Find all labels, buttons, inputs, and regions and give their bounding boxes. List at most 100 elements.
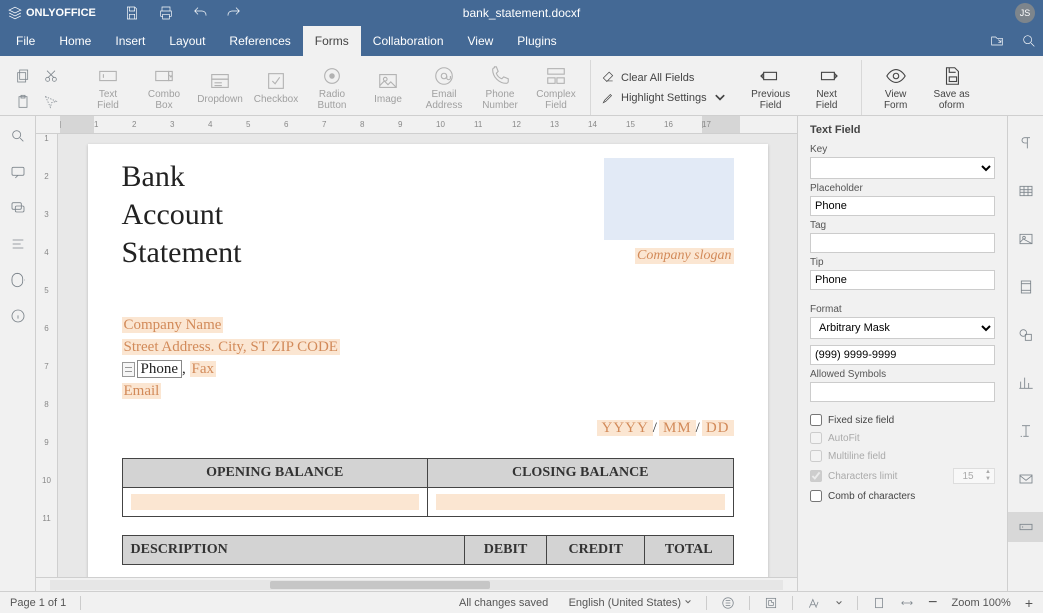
menu-insert[interactable]: Insert: [103, 26, 157, 56]
date-year-field[interactable]: YYYY: [597, 420, 652, 436]
image-button[interactable]: Image: [360, 68, 416, 107]
format-label: Format: [810, 304, 995, 315]
menu-references[interactable]: References: [217, 26, 302, 56]
open-location-icon[interactable]: [989, 33, 1005, 49]
form-settings-icon[interactable]: [1008, 512, 1043, 542]
comb-checkbox[interactable]: Comb of characters: [810, 490, 995, 502]
dropdown-button[interactable]: Dropdown: [192, 68, 248, 107]
horizontal-ruler[interactable]: 1 2 3 4 5 6 7 8 9 10 11 12 13 14 15 16 1…: [36, 116, 797, 134]
form-settings-panel: Text Field Key Placeholder Tag Tip Forma…: [797, 116, 1007, 591]
header-footer-icon[interactable]: [1008, 272, 1043, 302]
address-field[interactable]: Street Address. City, ST ZIP CODE: [122, 339, 340, 355]
placeholder-input[interactable]: [810, 196, 995, 216]
redo-icon[interactable]: [226, 5, 242, 21]
radio-button-button[interactable]: Radio Button: [304, 63, 360, 113]
format-select[interactable]: Arbitrary Mask: [810, 317, 995, 339]
menu-view[interactable]: View: [456, 26, 506, 56]
menubar: File Home Insert Layout References Forms…: [0, 26, 1043, 56]
menu-home[interactable]: Home: [47, 26, 103, 56]
doclang-icon[interactable]: [807, 596, 821, 610]
copy-button[interactable]: [10, 64, 36, 88]
date-day-field[interactable]: DD: [702, 420, 734, 436]
paste-button[interactable]: [10, 90, 36, 114]
menu-layout[interactable]: Layout: [157, 26, 217, 56]
save-as-oform-button[interactable]: Save as oform: [924, 63, 980, 113]
opening-balance-field[interactable]: [131, 494, 420, 510]
text-field-button[interactable]: Text Field: [80, 63, 136, 113]
mail-merge-icon[interactable]: [1008, 464, 1043, 494]
about-icon[interactable]: [10, 308, 26, 324]
zoom-in-button[interactable]: +: [1025, 595, 1033, 611]
save-status: All changes saved: [459, 597, 548, 609]
highlight-settings-button[interactable]: Highlight Settings: [601, 91, 727, 105]
tip-input[interactable]: [810, 270, 995, 290]
menu-forms[interactable]: Forms: [303, 26, 361, 56]
select-button[interactable]: [38, 90, 64, 114]
fit-page-icon[interactable]: [872, 596, 886, 610]
credit-header: CREDIT: [547, 536, 645, 565]
fixed-size-checkbox[interactable]: Fixed size field: [810, 414, 995, 426]
email-address-button[interactable]: Email Address: [416, 63, 472, 113]
page-indicator[interactable]: Page 1 of 1: [10, 597, 66, 609]
zoom-level[interactable]: Zoom 100%: [952, 597, 1011, 609]
app-name: ONLYOFFICE: [26, 7, 96, 19]
next-field-button[interactable]: Next Field: [799, 63, 855, 113]
user-avatar[interactable]: JS: [1015, 3, 1035, 23]
horizontal-scrollbar[interactable]: [36, 577, 797, 591]
spellcheck-icon[interactable]: [721, 596, 735, 610]
checkbox-button[interactable]: Checkbox: [248, 68, 304, 107]
zoom-out-button[interactable]: −: [928, 598, 937, 608]
logo-placeholder[interactable]: [604, 158, 734, 240]
date-fields: YYYY/MM/DD: [597, 420, 733, 437]
chart-settings-icon[interactable]: [1008, 368, 1043, 398]
combo-box-button[interactable]: Combo Box: [136, 63, 192, 113]
closing-balance-field[interactable]: [436, 494, 725, 510]
company-name-field[interactable]: Company Name: [122, 317, 224, 333]
language-selector[interactable]: English (United States): [569, 597, 693, 609]
table-settings-icon[interactable]: [1008, 176, 1043, 206]
forms-toolbar: Text Field Combo Box Dropdown Checkbox R…: [0, 56, 1043, 116]
chars-limit-checkbox: Characters limit: [810, 470, 897, 482]
print-icon[interactable]: [158, 5, 174, 21]
complex-field-button[interactable]: Complex Field: [528, 63, 584, 113]
menu-plugins[interactable]: Plugins: [505, 26, 568, 56]
menu-file[interactable]: File: [4, 26, 47, 56]
allowed-symbols-input[interactable]: [810, 382, 995, 402]
feedback-icon[interactable]: [10, 272, 26, 288]
vertical-ruler[interactable]: 1234567891011: [36, 134, 58, 577]
fax-field[interactable]: Fax: [190, 361, 217, 377]
shape-settings-icon[interactable]: [1008, 320, 1043, 350]
search-icon[interactable]: [1021, 33, 1037, 49]
closing-balance-header: CLOSING BALANCE: [428, 459, 734, 488]
mask-input[interactable]: [810, 345, 995, 365]
undo-icon[interactable]: [192, 5, 208, 21]
phone-field[interactable]: Phone: [137, 360, 183, 378]
key-select[interactable]: [810, 157, 995, 179]
find-icon[interactable]: [10, 128, 26, 144]
paragraph-settings-icon[interactable]: [1008, 128, 1043, 158]
tip-label: Tip: [810, 257, 995, 268]
chars-limit-spinner[interactable]: ▲▼: [953, 468, 995, 484]
field-drag-handle[interactable]: [122, 362, 135, 377]
page-canvas[interactable]: Bank Account Statement Company slogan Co…: [58, 134, 797, 577]
fit-width-icon[interactable]: [900, 596, 914, 610]
app-logo: ONLYOFFICE: [8, 6, 96, 20]
image-settings-icon[interactable]: [1008, 224, 1043, 254]
menu-collaboration[interactable]: Collaboration: [361, 26, 456, 56]
chat-icon[interactable]: [10, 200, 26, 216]
tag-input[interactable]: [810, 233, 995, 253]
date-month-field[interactable]: MM: [659, 420, 696, 436]
comments-icon[interactable]: [10, 164, 26, 180]
navigation-icon[interactable]: [10, 236, 26, 252]
cut-button[interactable]: [38, 64, 64, 88]
email-field[interactable]: Email: [122, 383, 162, 399]
transactions-table: DESCRIPTION DEBIT CREDIT TOTAL: [122, 535, 734, 565]
textart-settings-icon[interactable]: [1008, 416, 1043, 446]
view-form-button[interactable]: View Form: [868, 63, 924, 113]
save-icon[interactable]: [124, 5, 140, 21]
previous-field-button[interactable]: Previous Field: [743, 63, 799, 113]
phone-number-button[interactable]: Phone Number: [472, 63, 528, 113]
slogan-field[interactable]: Company slogan: [635, 248, 734, 264]
tracking-icon[interactable]: [764, 596, 778, 610]
clear-all-fields-button[interactable]: Clear All Fields: [601, 71, 727, 85]
